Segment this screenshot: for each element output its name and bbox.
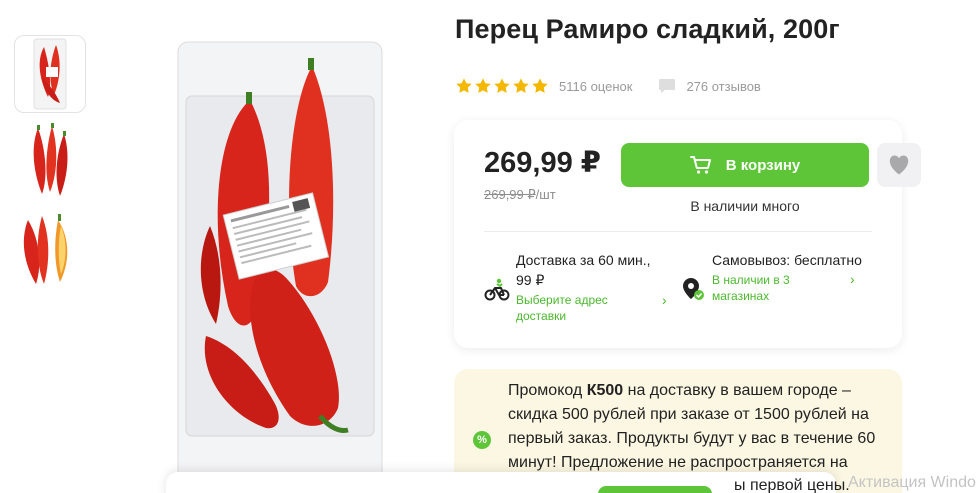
star-icon [456,78,472,93]
bicycle-courier-icon [484,278,510,301]
percent-icon: % [473,431,491,449]
thumbnail-1[interactable] [14,35,86,113]
card-divider [484,231,872,232]
popup-cut-text: ы первой цены. [734,477,850,493]
pickup-title: Самовывоз: бесплатно [712,252,862,268]
star-icon [494,78,510,93]
star-icon [532,78,548,93]
product-price: 269,99 ₽ [484,147,601,179]
thumbnail-3[interactable] [14,210,86,288]
delivery-chevron-icon: › [662,292,667,308]
ratings-count[interactable]: 5116 оценок [559,79,632,94]
comment-icon [659,79,676,93]
promo-prefix: Промокод [508,382,587,399]
star-icon [475,78,491,93]
rating-row: 5116 оценок 276 отзывов [455,76,761,96]
delivery-title: Доставка за 60 мин., [516,252,651,268]
promo-code: К500 [586,382,624,399]
favorite-button[interactable] [877,143,921,187]
product-thumbnail-image [23,214,68,284]
pepper-package-image [177,41,383,483]
unit-price-old: 269,99 ₽ [484,187,536,202]
popup-action-button[interactable] [598,486,712,493]
delivery-option[interactable]: Доставка за 60 мин., 99 ₽ Выберите адрес… [484,248,674,328]
store-pin-icon [683,278,704,300]
rating-stars[interactable] [455,77,549,95]
bottom-popup: ы первой цены. [166,472,850,493]
os-activation-watermark: Активация Window [848,474,976,491]
thumbnail-2[interactable] [14,122,86,200]
cart-icon [689,156,711,174]
add-to-cart-label: В корзину [725,156,801,174]
pickup-chevron-icon: › [850,271,855,287]
pickup-option[interactable]: Самовывоз: бесплатно В наличии в 3 магаз… [680,248,870,328]
main-product-image[interactable] [170,36,390,488]
buy-card: 269,99 ₽ 269,99 ₽/шт В корзину В наличии… [454,120,921,348]
unit-price-suffix: /шт [535,187,556,202]
product-title: Перец Рамиро сладкий, 200г [455,14,840,44]
pickup-stores-link[interactable]: В наличии в 3 магазинах [712,272,812,304]
product-thumbnail-image [33,38,67,110]
delivery-address-link[interactable]: Выберите адрес доставки [516,292,626,324]
add-to-cart-button[interactable]: В корзину [621,143,869,187]
delivery-price: 99 ₽ [516,272,545,288]
stock-status: В наличии много [690,198,800,214]
unit-price: 269,99 ₽/шт [484,187,556,203]
heart-icon [889,155,909,175]
star-icon [513,78,529,93]
reviews-count[interactable]: 276 отзывов [686,79,760,94]
promo-text: Промокод К500 на доставку в вашем городе… [508,379,888,475]
product-thumbnail-image [33,123,68,196]
